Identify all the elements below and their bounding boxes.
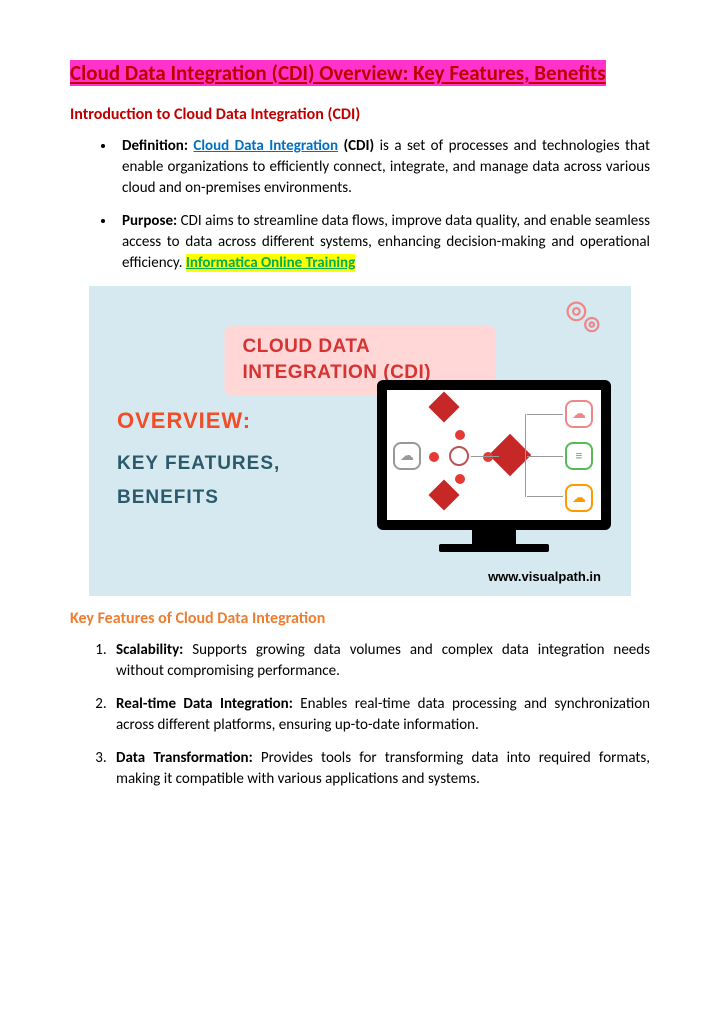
intro-item-definition: Definition: Cloud Data Integration (CDI)… (116, 136, 650, 199)
gear-icon (561, 296, 605, 340)
diamond-icon (428, 479, 459, 510)
hub-icon (449, 446, 469, 466)
informatica-link[interactable]: Informatica Online Training (186, 254, 355, 272)
intro-list: Definition: Cloud Data Integration (CDI)… (70, 136, 650, 274)
database-icon: ≡ (565, 442, 593, 470)
connector-line (525, 414, 526, 497)
monitor-base (439, 544, 549, 552)
dot-icon (455, 474, 465, 484)
features-list: Scalability: Supports growing data volum… (70, 640, 650, 790)
monitor-stand (472, 530, 516, 544)
intro-heading: Introduction to Cloud Data Integration (… (70, 104, 650, 126)
dot-icon (429, 452, 439, 462)
feature-item-realtime: Real-time Data Integration: Enables real… (110, 694, 650, 736)
feature-text: Supports growing data volumes and comple… (116, 641, 650, 680)
hero-figure: CLOUD DATA INTEGRATION (CDI) OVERVIEW: K… (89, 286, 631, 596)
connector-line (527, 414, 563, 415)
feature-item-transformation: Data Transformation: Provides tools for … (110, 748, 650, 790)
monitor-illustration: ☁ ≡ ☁ ☁ (377, 380, 611, 552)
features-heading: Key Features of Cloud Data Integration (70, 608, 650, 630)
dot-icon (455, 430, 465, 440)
connector-line (527, 456, 563, 457)
label: Definition: (122, 137, 188, 155)
monitor-screen: ☁ ≡ ☁ ☁ (377, 380, 611, 530)
figure-left-text: OVERVIEW: KEY FEATURES, BENEFITS (117, 406, 280, 512)
page-title: Cloud Data Integration (CDI) Overview: K… (70, 60, 606, 86)
cloud-icon: ☁ (565, 400, 593, 428)
feature-item-scalability: Scalability: Supports growing data volum… (110, 640, 650, 682)
diamond-icon (428, 391, 459, 422)
cloud-icon: ☁ (393, 442, 421, 470)
intro-item-purpose: Purpose: CDI aims to streamline data flo… (116, 211, 650, 274)
figure-overview: OVERVIEW: (117, 406, 280, 437)
connector-line (527, 496, 563, 497)
connector-line (471, 456, 499, 457)
cloud-icon: ☁ (565, 484, 593, 512)
cdi-link[interactable]: Cloud Data Integration (193, 137, 338, 155)
figure-benefits: BENEFITS (117, 485, 280, 512)
dot-icon (483, 452, 493, 462)
cdi-abbrev: (CDI) (343, 137, 374, 155)
label: Real-time Data Integration: (116, 695, 293, 713)
label: Data Transformation: (116, 749, 253, 767)
label: Scalability: (116, 641, 183, 659)
page-title-wrap: Cloud Data Integration (CDI) Overview: K… (70, 58, 650, 90)
figure-url: www.visualpath.in (488, 568, 601, 586)
label: Purpose: (122, 212, 177, 230)
figure-keyfeatures: KEY FEATURES, (117, 451, 280, 478)
